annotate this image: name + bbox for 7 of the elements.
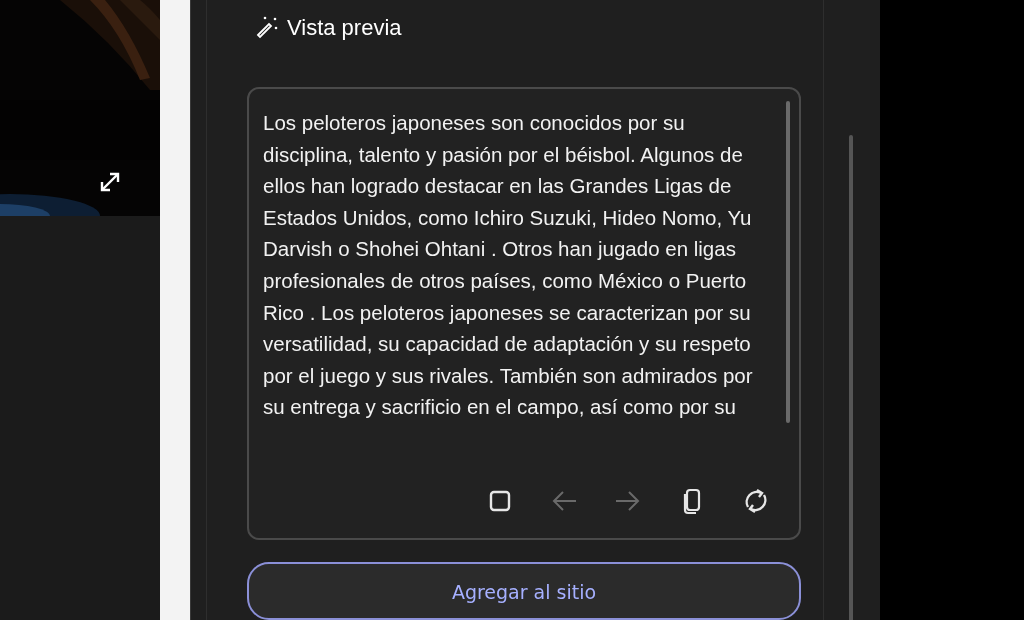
preview-title: Vista previa bbox=[287, 13, 402, 42]
scrollbar[interactable] bbox=[786, 101, 790, 423]
magic-wand-icon bbox=[255, 15, 279, 39]
panel-scrollbar[interactable] bbox=[849, 135, 853, 620]
add-to-site-button[interactable]: Agregar al sitio bbox=[247, 561, 801, 620]
generated-text: Los peloteros japoneses son conocidos por su disciplina, talento y pasión por el béisbol. Algunos de ellos han logrado destacar en las Grandes Ligas de Estados Unidos, como Ichiro Suzuki, Hideo Nomo, Yu Darvish o Shohei Ohtani . Otros han jugado en ligas profesionales de otros países, como México o Puerto Rico . Los peloteros japoneses se caracterizan por su versatilidad, su capacidad de adaptación y su respeto por el juego y sus rivales. También son admirados por su entrega y sacrificio en el campo, así como por su bbox=[263, 110, 754, 421]
expand-icon[interactable] bbox=[99, 171, 121, 193]
